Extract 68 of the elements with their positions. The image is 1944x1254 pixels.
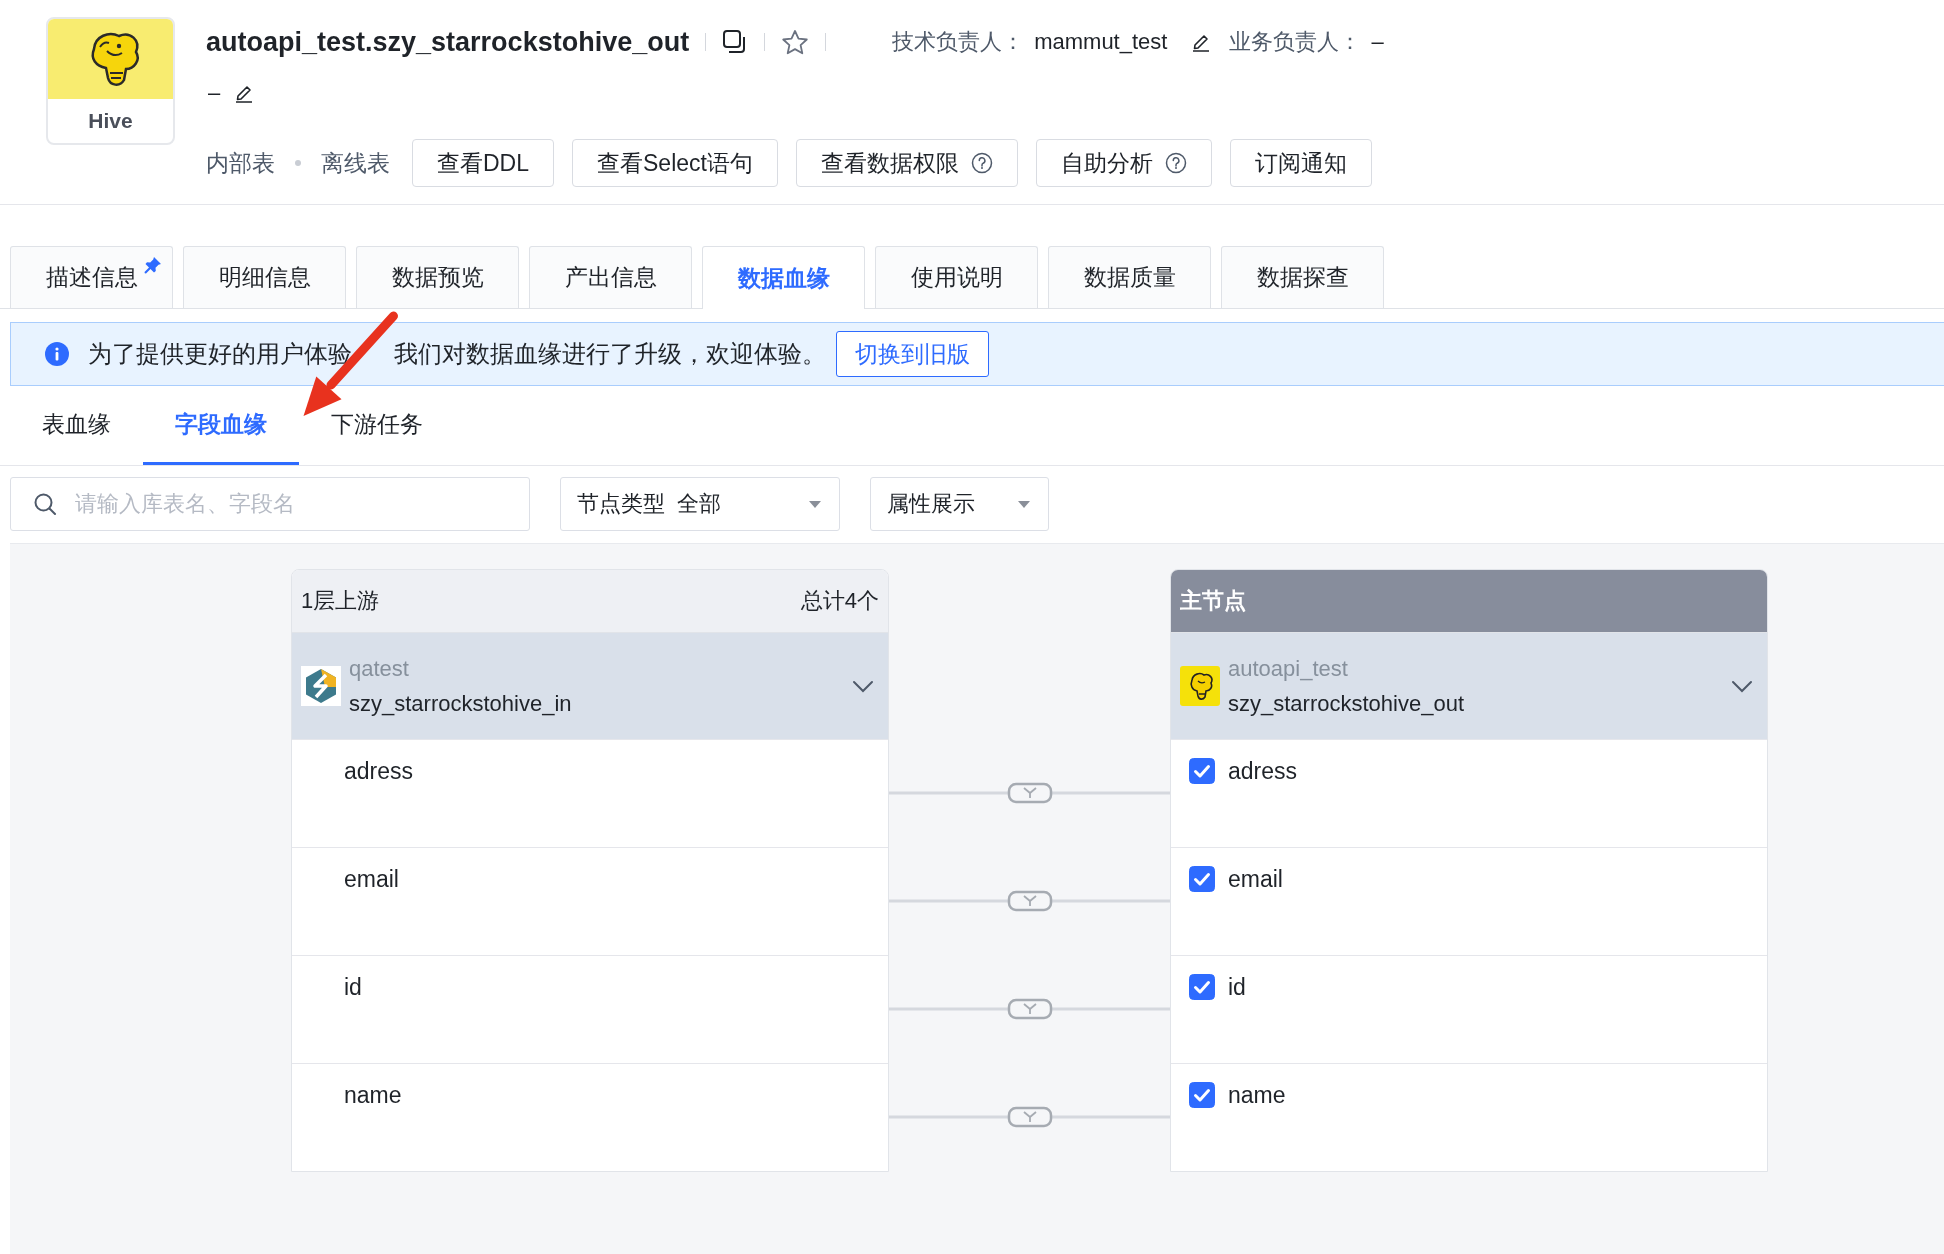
notice-text: 为了提供更好的用户体验 xyxy=(88,341,352,367)
field-name: adress xyxy=(1228,757,1298,786)
node-title: 1层上游 xyxy=(301,587,380,615)
action-button[interactable]: 查看DDL xyxy=(412,139,554,187)
tab[interactable]: 字段血缘 xyxy=(143,386,299,465)
action-button[interactable]: 订阅通知 xyxy=(1229,139,1372,187)
table-title: autoapi_test.szy_starrockstohive_out xyxy=(206,26,690,58)
table-row[interactable]: autoapi_test szy_starrockstohive_out xyxy=(1171,633,1767,739)
tab[interactable]: 描述信息 xyxy=(10,246,173,308)
table-tag: 内部表 xyxy=(206,147,275,179)
table-row[interactable]: qatest szy_starrockstohive_in xyxy=(292,633,888,739)
switch-version-button[interactable]: 切换到旧版 xyxy=(836,331,989,377)
field-name: id xyxy=(344,973,362,1002)
action-button[interactable]: 查看Select语句 xyxy=(572,139,778,187)
separator-dot-icon xyxy=(295,160,301,166)
chevron-down-icon[interactable] xyxy=(852,679,874,693)
tab[interactable]: 使用说明 xyxy=(875,246,1038,308)
logo-label: Hive xyxy=(88,108,133,134)
database-name: autoapi_test xyxy=(1228,655,1349,683)
tab[interactable]: 数据探查 xyxy=(1221,246,1384,308)
chevron-down-icon[interactable] xyxy=(1731,679,1753,693)
action-button[interactable]: 自助分析 xyxy=(1035,139,1212,187)
checkbox[interactable] xyxy=(1189,1082,1215,1108)
tab[interactable]: 数据预览 xyxy=(356,246,519,308)
field-name: adress xyxy=(344,757,414,786)
tab[interactable]: 表血缘 xyxy=(10,386,143,465)
search-field[interactable]: 请输入库表名、字段名 xyxy=(10,477,530,531)
help-icon[interactable] xyxy=(970,152,993,174)
attribute-select[interactable]: 属性展示 xyxy=(870,477,1049,531)
tab[interactable]: 数据质量 xyxy=(1048,246,1211,308)
node-type-select[interactable]: 节点类型 全部 xyxy=(560,477,840,531)
field-name: email xyxy=(1228,865,1283,894)
pin-icon[interactable] xyxy=(143,255,163,275)
table-tag: 离线表 xyxy=(321,147,390,179)
owner-name: mammut_test xyxy=(1034,29,1168,55)
notice-text: 我们对数据血缘进行了升级，欢迎体验。 xyxy=(394,341,826,367)
node-count: 总计4个 xyxy=(800,587,879,615)
checkbox[interactable] xyxy=(1189,866,1215,892)
info-icon xyxy=(45,342,69,366)
edit-icon[interactable] xyxy=(1191,32,1212,52)
action-button[interactable]: 查看数据权限 xyxy=(795,139,1018,187)
database-name: qatest xyxy=(349,655,410,683)
edit-icon[interactable] xyxy=(234,83,255,103)
caret-icon xyxy=(809,500,821,508)
table-name: szy_starrockstohive_out xyxy=(1228,690,1464,718)
checkbox[interactable] xyxy=(1189,758,1215,784)
field-name: email xyxy=(344,865,399,894)
node-title: 主节点 xyxy=(1180,587,1246,615)
table-name: szy_starrockstohive_in xyxy=(349,690,572,718)
search-icon xyxy=(33,492,57,516)
field-name: id xyxy=(1228,973,1246,1002)
caret-icon xyxy=(1018,500,1030,508)
logo-icon xyxy=(1180,666,1220,706)
owner-label: 业务负责人： xyxy=(1229,28,1362,56)
checkbox[interactable] xyxy=(1189,974,1215,1000)
field-name: name xyxy=(1228,1081,1286,1110)
logo-icon xyxy=(48,19,173,99)
tab[interactable]: 数据血缘 xyxy=(702,246,865,309)
owner-label: 技术负责人： xyxy=(892,28,1025,56)
description-text: – xyxy=(208,80,221,106)
field-name: name xyxy=(344,1081,402,1110)
tab[interactable]: 明细信息 xyxy=(183,246,346,308)
hexagon-logo-icon xyxy=(301,666,341,706)
help-icon[interactable] xyxy=(1164,152,1187,174)
tab[interactable]: 下游任务 xyxy=(299,386,455,465)
star-icon[interactable] xyxy=(781,28,810,56)
owner-name: – xyxy=(1371,29,1384,55)
tab[interactable]: 产出信息 xyxy=(529,246,692,308)
